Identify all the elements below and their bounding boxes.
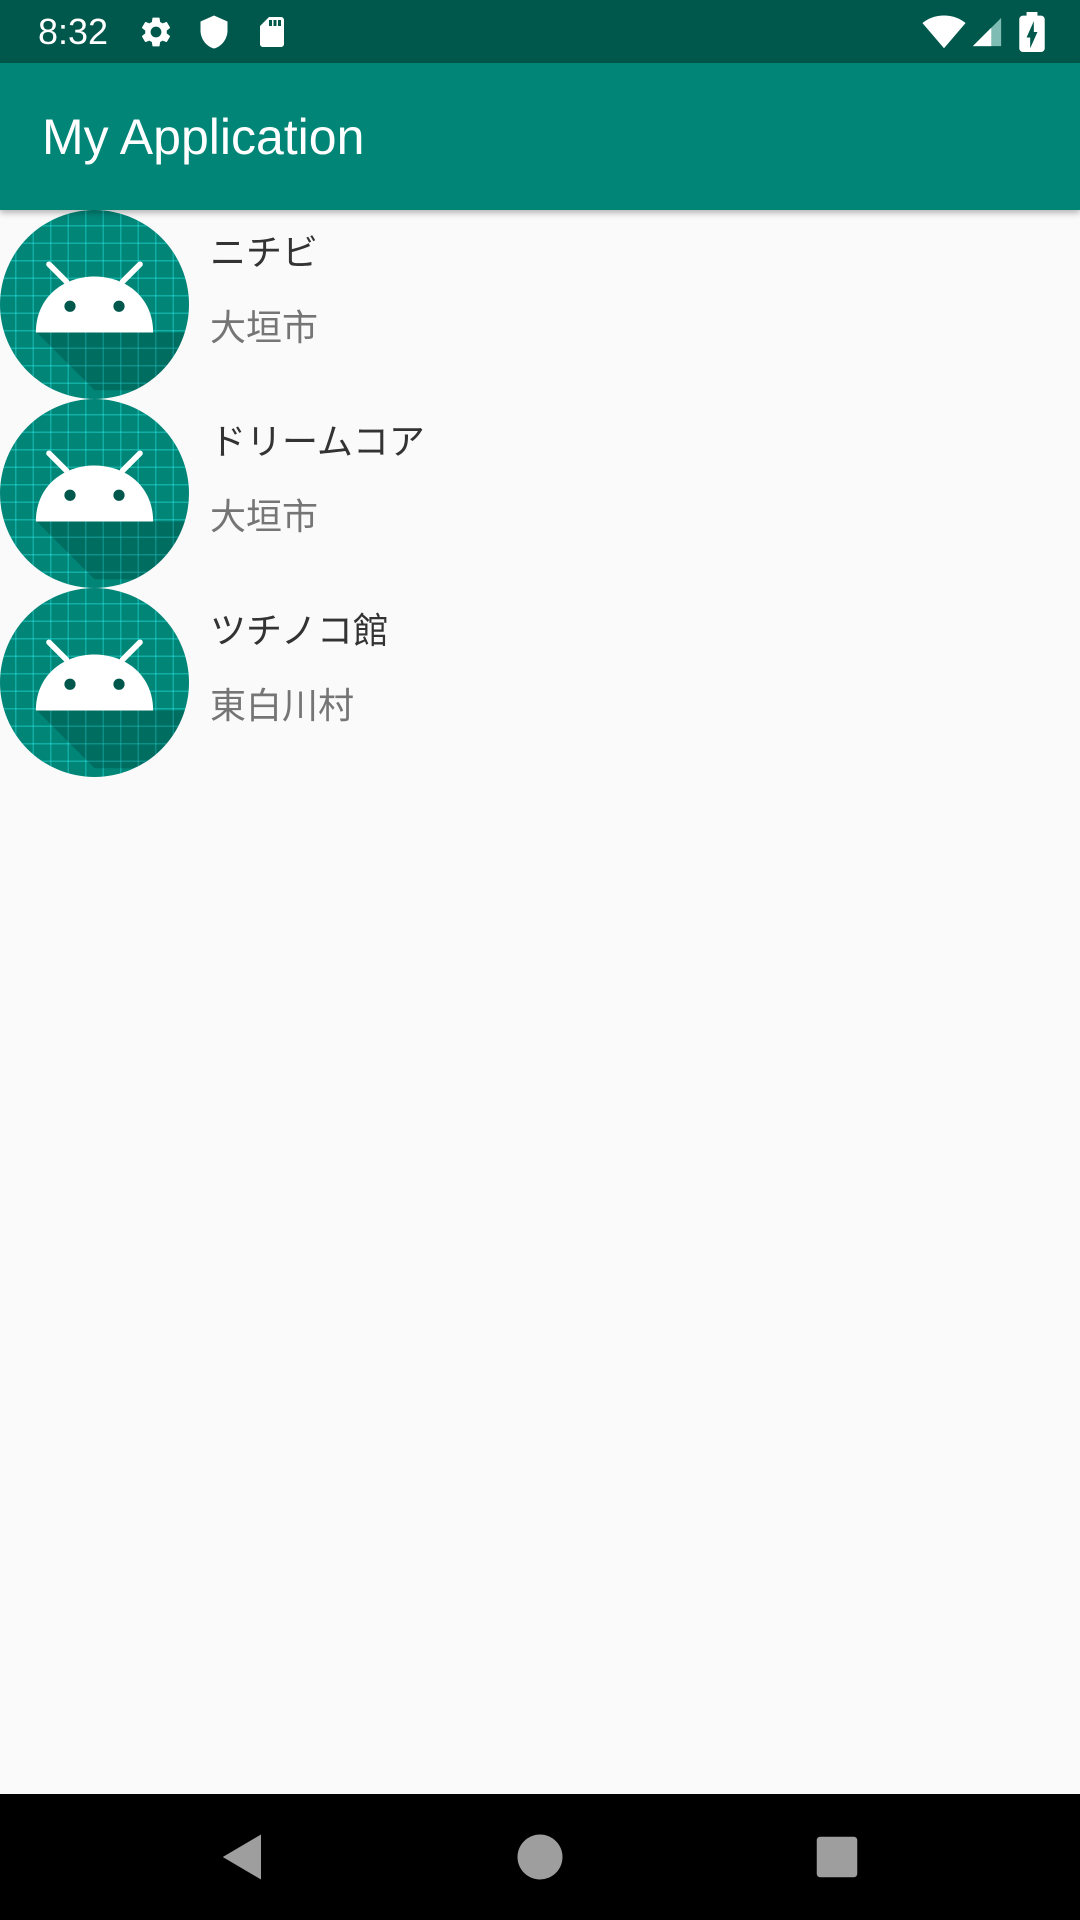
android-avatar-icon (0, 210, 189, 399)
status-time: 8:32 (38, 11, 109, 52)
list-item-subtitle: 大垣市 (210, 497, 319, 538)
back-icon[interactable] (216, 1830, 270, 1884)
settings-gear-icon (138, 14, 174, 50)
recents-icon[interactable] (810, 1830, 864, 1884)
list-item-subtitle: 東白川村 (210, 686, 355, 727)
sd-card-icon (254, 14, 290, 50)
list-item[interactable]: ニチビ 大垣市 (0, 210, 1080, 399)
list-item-title: ドリームコア (210, 422, 425, 463)
list-item[interactable]: ドリームコア 大垣市 (0, 399, 1080, 588)
list-item-subtitle: 大垣市 (210, 308, 319, 349)
wifi-icon (922, 14, 966, 50)
battery-charging-icon (1018, 12, 1046, 52)
home-icon[interactable] (513, 1830, 567, 1884)
app-title: My Application (42, 109, 365, 165)
screen: 8:32 My Application ニチビ 大垣市 ドリームコア 大垣市 ツ… (0, 0, 1080, 1920)
navigation-bar (0, 1794, 1080, 1920)
android-avatar-icon (0, 588, 189, 777)
list-item[interactable]: ツチノコ館 東白川村 (0, 588, 1080, 777)
item-list: ニチビ 大垣市 ドリームコア 大垣市 ツチノコ館 東白川村 (0, 210, 1080, 777)
shield-icon (196, 14, 232, 50)
app-bar: My Application (0, 63, 1080, 210)
status-bar: 8:32 (0, 0, 1080, 63)
cell-signal-icon (970, 14, 1004, 50)
list-item-title: ニチビ (210, 233, 319, 274)
android-avatar-icon (0, 399, 189, 588)
list-item-title: ツチノコ館 (210, 611, 389, 652)
